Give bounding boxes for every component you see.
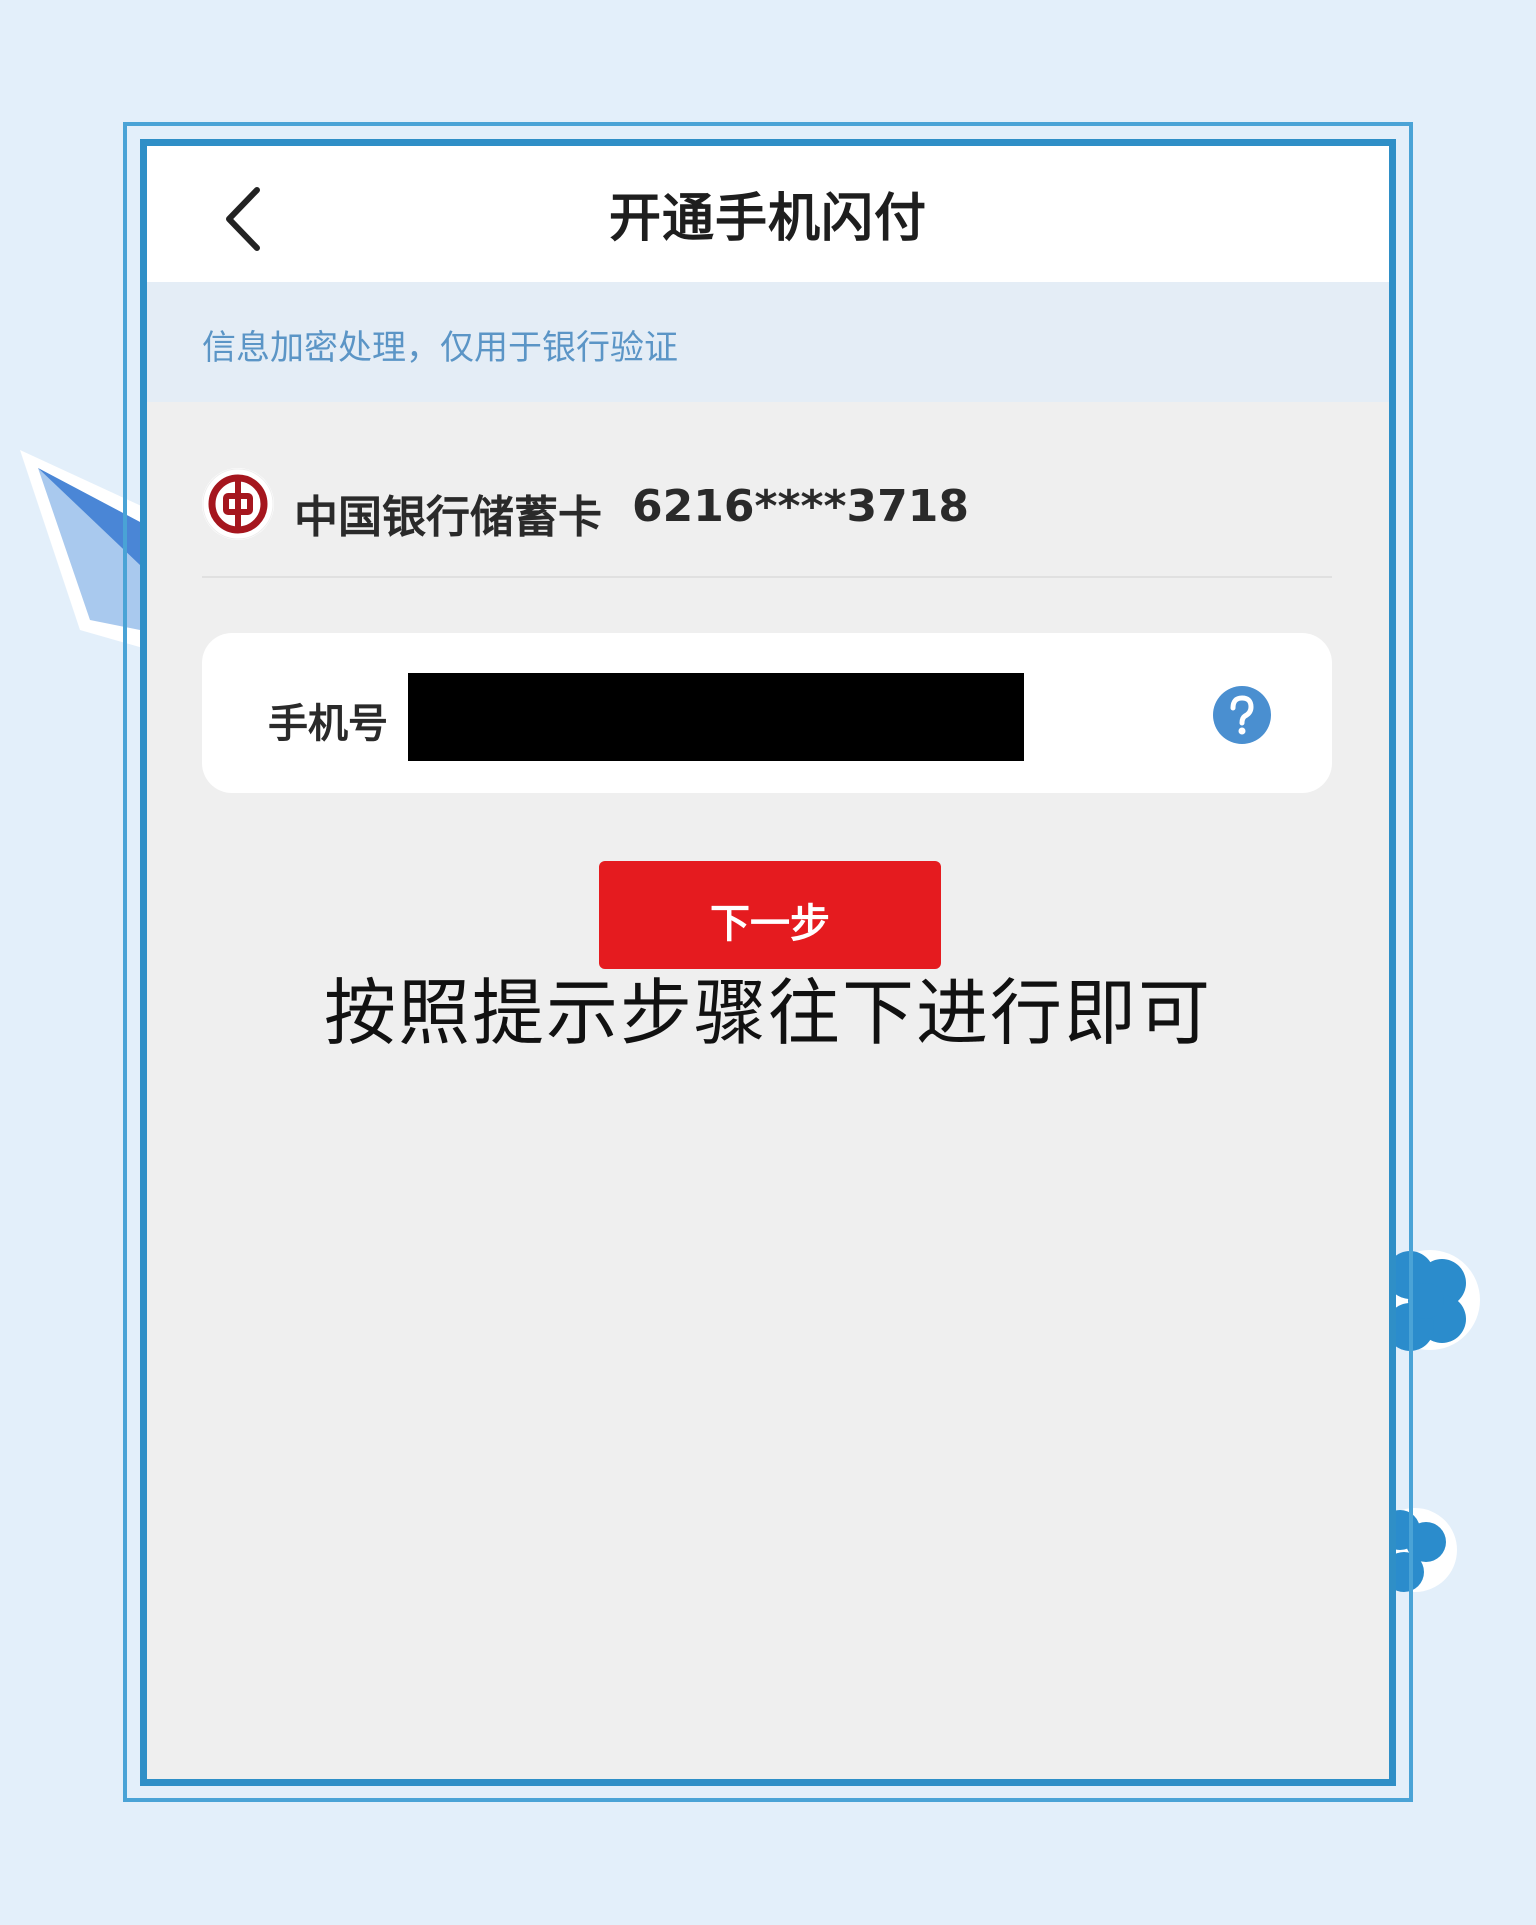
bank-card-number: 6216****3718	[632, 481, 969, 532]
bank-of-china-logo-icon	[202, 468, 274, 540]
bank-card-row: 中国银行储蓄卡 6216****3718	[202, 446, 1332, 566]
phone-number-card: 手机号	[202, 633, 1332, 793]
divider	[202, 576, 1332, 578]
page-title: 开通手机闪付	[608, 189, 927, 249]
security-notice-bar: 信息加密处理，仅用于银行验证	[147, 282, 1389, 402]
bank-card-name: 中国银行储蓄卡	[294, 492, 602, 543]
next-step-button[interactable]: 下一步	[599, 861, 941, 969]
phone-screen: 开通手机闪付 信息加密处理，仅用于银行验证 中国银行储蓄卡 6216****37…	[140, 139, 1396, 1786]
phone-number-label: 手机号	[268, 701, 388, 747]
security-notice-text: 信息加密处理，仅用于银行验证	[202, 328, 678, 368]
nav-header: 开通手机闪付	[147, 146, 1389, 282]
question-mark-icon	[1213, 686, 1271, 744]
instruction-caption: 按照提示步骤往下进行即可	[323, 971, 1212, 1055]
help-button[interactable]	[1212, 685, 1272, 745]
phone-number-input[interactable]	[408, 673, 1024, 761]
